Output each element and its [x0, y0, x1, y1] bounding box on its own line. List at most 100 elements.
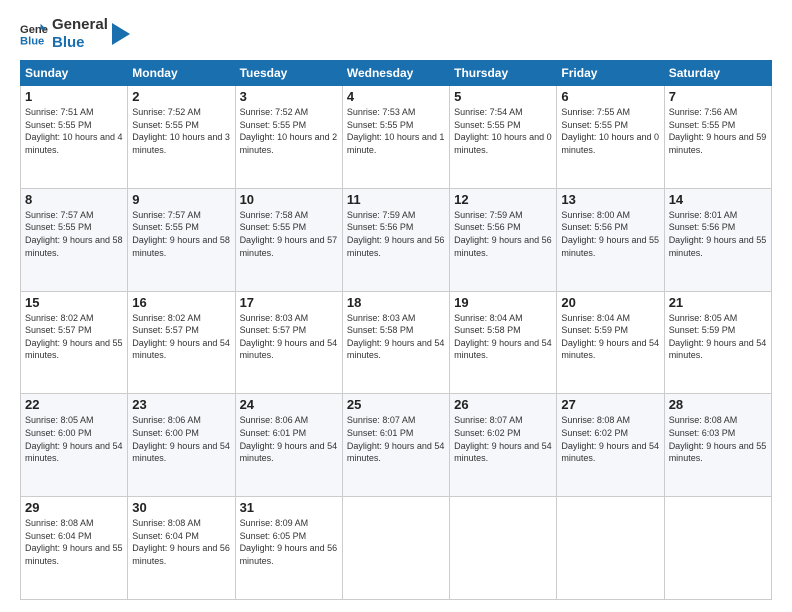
day-number: 23 — [132, 397, 230, 412]
cell-sun-info: Sunrise: 8:02 AMSunset: 5:57 PMDaylight:… — [132, 312, 230, 362]
day-number: 25 — [347, 397, 445, 412]
calendar-week-row: 29 Sunrise: 8:08 AMSunset: 6:04 PMDayligh… — [21, 497, 772, 600]
cell-sun-info: Sunrise: 8:07 AMSunset: 6:02 PMDaylight:… — [454, 414, 552, 464]
day-number: 5 — [454, 89, 552, 104]
calendar-cell: 15Sunrise: 8:02 AMSunset: 5:57 PMDayligh… — [21, 291, 128, 394]
day-number: 11 — [347, 192, 445, 207]
logo-icon: General Blue — [20, 20, 48, 48]
calendar-header-monday: Monday — [128, 61, 235, 86]
calendar-cell — [450, 497, 557, 600]
day-number: 28 — [669, 397, 767, 412]
calendar-cell: 22 Sunrise: 8:05 AMSunset: 6:00 PMDayligh… — [21, 394, 128, 497]
header: General Blue General Blue — [20, 16, 772, 52]
cell-sun-info: Sunrise: 8:08 AMSunset: 6:02 PMDaylight:… — [561, 414, 659, 464]
cell-sun-info: Sunrise: 7:58 AMSunset: 5:55 PMDaylight:… — [240, 209, 338, 259]
cell-sun-info: Sunrise: 7:59 AMSunset: 5:56 PMDaylight:… — [454, 209, 552, 259]
calendar-cell: 12 Sunrise: 7:59 AMSunset: 5:56 PMDayligh… — [450, 188, 557, 291]
day-number: 29 — [25, 500, 123, 515]
calendar-cell: 4 Sunrise: 7:53 AMSunset: 5:55 PMDaylight… — [342, 86, 449, 189]
calendar-table: SundayMondayTuesdayWednesdayThursdayFrid… — [20, 60, 772, 600]
cell-sun-info: Sunrise: 7:52 AMSunset: 5:55 PMDaylight:… — [132, 106, 230, 156]
calendar-cell: 24 Sunrise: 8:06 AMSunset: 6:01 PMDayligh… — [235, 394, 342, 497]
calendar-week-row: 1Sunrise: 7:51 AMSunset: 5:55 PMDaylight… — [21, 86, 772, 189]
calendar-cell: 18 Sunrise: 8:03 AMSunset: 5:58 PMDayligh… — [342, 291, 449, 394]
calendar-cell: 23 Sunrise: 8:06 AMSunset: 6:00 PMDayligh… — [128, 394, 235, 497]
day-number: 15 — [25, 295, 123, 310]
calendar-header-wednesday: Wednesday — [342, 61, 449, 86]
cell-sun-info: Sunrise: 7:56 AMSunset: 5:55 PMDaylight:… — [669, 106, 767, 156]
day-number: 12 — [454, 192, 552, 207]
cell-sun-info: Sunrise: 7:53 AMSunset: 5:55 PMDaylight:… — [347, 106, 445, 156]
calendar-week-row: 22 Sunrise: 8:05 AMSunset: 6:00 PMDayligh… — [21, 394, 772, 497]
calendar-header-saturday: Saturday — [664, 61, 771, 86]
cell-sun-info: Sunrise: 8:07 AMSunset: 6:01 PMDaylight:… — [347, 414, 445, 464]
cell-sun-info: Sunrise: 8:08 AMSunset: 6:03 PMDaylight:… — [669, 414, 767, 464]
calendar-cell: 25 Sunrise: 8:07 AMSunset: 6:01 PMDayligh… — [342, 394, 449, 497]
calendar-cell: 30Sunrise: 8:08 AMSunset: 6:04 PMDayligh… — [128, 497, 235, 600]
day-number: 6 — [561, 89, 659, 104]
day-number: 10 — [240, 192, 338, 207]
page: General Blue General Blue SundayMondayTu… — [0, 0, 792, 612]
day-number: 26 — [454, 397, 552, 412]
calendar-cell: 13Sunrise: 8:00 AMSunset: 5:56 PMDayligh… — [557, 188, 664, 291]
calendar-cell: 7 Sunrise: 7:56 AMSunset: 5:55 PMDaylight… — [664, 86, 771, 189]
cell-sun-info: Sunrise: 8:08 AMSunset: 6:04 PMDaylight:… — [25, 517, 123, 567]
day-number: 8 — [25, 192, 123, 207]
calendar-cell: 16 Sunrise: 8:02 AMSunset: 5:57 PMDayligh… — [128, 291, 235, 394]
calendar-cell: 8 Sunrise: 7:57 AMSunset: 5:55 PMDaylight… — [21, 188, 128, 291]
calendar-cell — [557, 497, 664, 600]
day-number: 24 — [240, 397, 338, 412]
cell-sun-info: Sunrise: 8:05 AMSunset: 6:00 PMDaylight:… — [25, 414, 123, 464]
calendar-header-sunday: Sunday — [21, 61, 128, 86]
cell-sun-info: Sunrise: 8:04 AMSunset: 5:59 PMDaylight:… — [561, 312, 659, 362]
cell-sun-info: Sunrise: 7:54 AMSunset: 5:55 PMDaylight:… — [454, 106, 552, 156]
calendar-cell: 5 Sunrise: 7:54 AMSunset: 5:55 PMDaylight… — [450, 86, 557, 189]
svg-text:General: General — [20, 24, 48, 36]
cell-sun-info: Sunrise: 8:09 AMSunset: 6:05 PMDaylight:… — [240, 517, 338, 567]
calendar-week-row: 8 Sunrise: 7:57 AMSunset: 5:55 PMDaylight… — [21, 188, 772, 291]
calendar-cell: 6Sunrise: 7:55 AMSunset: 5:55 PMDaylight… — [557, 86, 664, 189]
cell-sun-info: Sunrise: 8:03 AMSunset: 5:57 PMDaylight:… — [240, 312, 338, 362]
day-number: 4 — [347, 89, 445, 104]
calendar-header-friday: Friday — [557, 61, 664, 86]
day-number: 1 — [25, 89, 123, 104]
cell-sun-info: Sunrise: 8:06 AMSunset: 6:01 PMDaylight:… — [240, 414, 338, 464]
calendar-cell: 10 Sunrise: 7:58 AMSunset: 5:55 PMDayligh… — [235, 188, 342, 291]
cell-sun-info: Sunrise: 8:04 AMSunset: 5:58 PMDaylight:… — [454, 312, 552, 362]
cell-sun-info: Sunrise: 8:06 AMSunset: 6:00 PMDaylight:… — [132, 414, 230, 464]
day-number: 9 — [132, 192, 230, 207]
day-number: 18 — [347, 295, 445, 310]
day-number: 19 — [454, 295, 552, 310]
day-number: 14 — [669, 192, 767, 207]
day-number: 31 — [240, 500, 338, 515]
day-number: 30 — [132, 500, 230, 515]
day-number: 22 — [25, 397, 123, 412]
logo-arrow-icon — [112, 23, 130, 45]
cell-sun-info: Sunrise: 7:57 AMSunset: 5:55 PMDaylight:… — [25, 209, 123, 259]
calendar-cell: 28 Sunrise: 8:08 AMSunset: 6:03 PMDayligh… — [664, 394, 771, 497]
cell-sun-info: Sunrise: 8:05 AMSunset: 5:59 PMDaylight:… — [669, 312, 767, 362]
logo-blue: Blue — [52, 34, 108, 52]
calendar-header-thursday: Thursday — [450, 61, 557, 86]
day-number: 7 — [669, 89, 767, 104]
calendar-cell: 14 Sunrise: 8:01 AMSunset: 5:56 PMDayligh… — [664, 188, 771, 291]
day-number: 16 — [132, 295, 230, 310]
calendar-cell: 11 Sunrise: 7:59 AMSunset: 5:56 PMDayligh… — [342, 188, 449, 291]
calendar-header-row: SundayMondayTuesdayWednesdayThursdayFrid… — [21, 61, 772, 86]
calendar-cell: 3 Sunrise: 7:52 AMSunset: 5:55 PMDaylight… — [235, 86, 342, 189]
day-number: 3 — [240, 89, 338, 104]
calendar-cell: 27 Sunrise: 8:08 AMSunset: 6:02 PMDayligh… — [557, 394, 664, 497]
calendar-cell: 1Sunrise: 7:51 AMSunset: 5:55 PMDaylight… — [21, 86, 128, 189]
calendar-cell: 9 Sunrise: 7:57 AMSunset: 5:55 PMDaylight… — [128, 188, 235, 291]
day-number: 20 — [561, 295, 659, 310]
calendar-week-row: 15 Sunrise: 8:02 AMSunset: 5:57 PMDayligh… — [21, 291, 772, 394]
cell-sun-info: Sunrise: 8:03 AMSunset: 5:58 PMDaylight:… — [347, 312, 445, 362]
calendar-cell: 2Sunrise: 7:52 AMSunset: 5:55 PMDaylight… — [128, 86, 235, 189]
cell-sun-info: Sunrise: 8:01 AMSunset: 5:56 PMDaylight:… — [669, 209, 767, 259]
calendar-cell — [664, 497, 771, 600]
cell-sun-info: Sunrise: 7:59 AMSunset: 5:56 PMDaylight:… — [347, 209, 445, 259]
cell-sun-info: Sunrise: 7:52 AMSunset: 5:55 PMDaylight:… — [240, 106, 338, 156]
cell-sun-info: Sunrise: 7:57 AMSunset: 5:55 PMDaylight:… — [132, 209, 230, 259]
day-number: 27 — [561, 397, 659, 412]
logo-general: General — [52, 16, 108, 34]
